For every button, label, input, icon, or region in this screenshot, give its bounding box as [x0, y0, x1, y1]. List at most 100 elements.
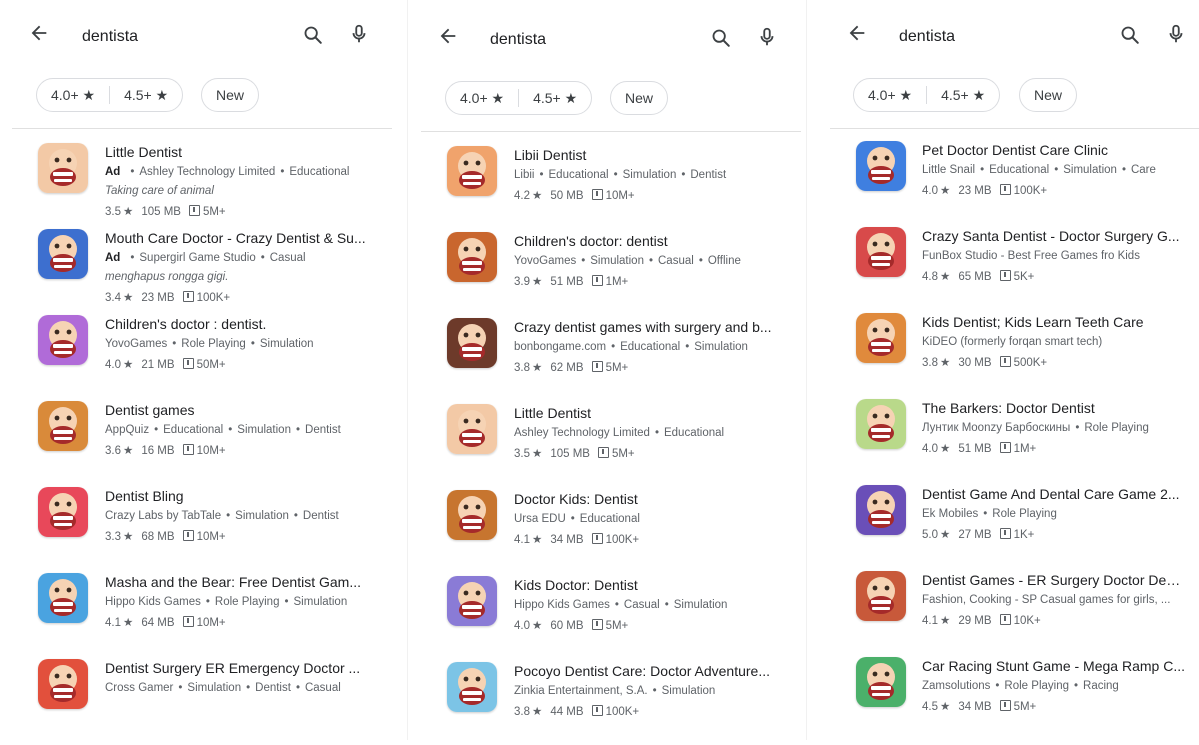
app-category: Educational [163, 424, 224, 436]
app-icon[interactable] [856, 657, 906, 707]
app-title[interactable]: Pet Doctor Dentist Care Clinic [922, 142, 1185, 158]
chip-rating-4-5[interactable]: 4.5+ ★ [927, 79, 999, 111]
search-query-text[interactable]: dentista [899, 28, 955, 46]
app-title[interactable]: Kids Dentist; Kids Learn Teeth Care [922, 314, 1185, 330]
microphone-icon[interactable] [756, 26, 778, 48]
app-downloads: 5M+ [605, 620, 629, 632]
app-title[interactable]: Crazy dentist games with surgery and b..… [514, 319, 787, 335]
chip-new[interactable]: New [201, 78, 260, 112]
app-icon[interactable] [38, 487, 88, 537]
app-size: 65 MB [958, 271, 992, 283]
app-icon[interactable] [447, 576, 497, 626]
app-title[interactable]: Dentist Bling [105, 488, 392, 504]
chip-rating-4-5[interactable]: 4.5+ ★ [519, 82, 591, 114]
app-rating: 3.5 [105, 206, 121, 218]
app-title[interactable]: Children's doctor: dentist [514, 233, 787, 249]
app-icon[interactable] [856, 571, 906, 621]
app-category: Casual [269, 252, 306, 264]
separator-dot: • [570, 513, 575, 525]
separator-dot: • [613, 169, 618, 181]
download-icon [182, 616, 194, 627]
search-query-text[interactable]: dentista [490, 31, 546, 49]
app-title[interactable]: Dentist Surgery ER Emergency Doctor ... [105, 660, 392, 676]
chip-new[interactable]: New [610, 81, 669, 115]
separator-dot: • [130, 166, 135, 178]
app-rating: 3.9 [514, 276, 530, 288]
microphone-icon[interactable] [1165, 23, 1187, 45]
app-title[interactable]: The Barkers: Doctor Dentist [922, 400, 1185, 416]
app-category: Simulation [187, 682, 242, 694]
separator-dot: • [681, 169, 686, 181]
chip-rating-4-0[interactable]: 4.0+ ★ [37, 79, 109, 111]
app-developer: Ursa EDU [514, 513, 566, 525]
app-category: Simulation [673, 599, 728, 611]
app-icon[interactable] [38, 573, 88, 623]
app-size: 51 MB [958, 443, 992, 455]
separator-dot: • [178, 682, 183, 694]
app-icon[interactable] [447, 146, 497, 196]
app-icon[interactable] [856, 313, 906, 363]
star-icon: ★ [532, 190, 543, 202]
download-icon [182, 291, 194, 302]
app-icon[interactable] [856, 399, 906, 449]
app-title[interactable]: Little Dentist [514, 405, 787, 421]
app-title[interactable]: Car Racing Stunt Game - Mega Ramp C... [922, 658, 1185, 674]
separator-dot: • [980, 164, 985, 176]
search-query-text[interactable]: dentista [82, 28, 138, 46]
app-icon[interactable] [38, 401, 88, 451]
app-developer: Zamsolutions [922, 680, 991, 692]
app-icon[interactable] [447, 662, 497, 712]
app-title[interactable]: Dentist Game And Dental Care Game 2... [922, 486, 1185, 502]
back-arrow-icon[interactable] [846, 22, 868, 44]
app-category: Casual [623, 599, 660, 611]
app-title[interactable]: Mouth Care Doctor - Crazy Dentist & Su..… [105, 230, 392, 246]
app-rating: 3.6 [105, 445, 121, 457]
app-downloads: 10M+ [196, 445, 226, 457]
app-developer-categories: YovoGames • Role Playing • Simulation [105, 338, 396, 350]
app-icon[interactable] [38, 143, 88, 193]
app-meta: 3.9 ★ 51 MB 1M+ [514, 274, 628, 288]
chip-rating-4-0[interactable]: 4.0+ ★ [446, 82, 518, 114]
back-arrow-icon[interactable] [437, 25, 459, 47]
app-title[interactable]: Little Dentist [105, 144, 392, 160]
app-icon[interactable] [38, 315, 88, 365]
chip-rating-4-0[interactable]: 4.0+ ★ [854, 79, 926, 111]
app-title[interactable]: Dentist Games - ER Surgery Doctor Den... [922, 572, 1185, 588]
app-category: Simulation [694, 341, 748, 353]
back-arrow-icon[interactable] [28, 22, 50, 44]
app-title[interactable]: Libii Dentist [514, 147, 787, 163]
separator-dot: • [1075, 422, 1080, 434]
separator-dot: • [1121, 164, 1126, 176]
download-icon [188, 205, 200, 216]
app-icon[interactable] [38, 659, 88, 709]
microphone-icon[interactable] [348, 23, 370, 45]
app-icon[interactable] [447, 232, 497, 282]
app-size: 105 MB [550, 448, 590, 460]
search-icon[interactable] [710, 27, 732, 49]
app-category: Simulation [622, 169, 677, 181]
chip-new[interactable]: New [1019, 78, 1078, 112]
app-title[interactable]: Kids Doctor: Dentist [514, 577, 787, 593]
app-title[interactable]: Doctor Kids: Dentist [514, 491, 787, 507]
app-rating: 3.4 [105, 292, 121, 304]
app-title[interactable]: Children's doctor : dentist. [105, 316, 392, 332]
search-icon[interactable] [302, 24, 324, 46]
app-icon[interactable] [38, 229, 88, 279]
app-downloads: 5M+ [611, 448, 635, 460]
app-icon[interactable] [447, 490, 497, 540]
separator-dot: • [664, 599, 669, 611]
app-meta: 3.5 ★ 105 MB 5M+ [514, 446, 635, 460]
app-icon[interactable] [447, 318, 497, 368]
app-title[interactable]: Pocoyo Dentist Care: Doctor Adventure... [514, 663, 787, 679]
app-icon[interactable] [856, 227, 906, 277]
app-title[interactable]: Masha and the Bear: Free Dentist Gam... [105, 574, 392, 590]
search-icon[interactable] [1119, 24, 1141, 46]
app-icon[interactable] [447, 404, 497, 454]
app-title[interactable]: Dentist games [105, 402, 392, 418]
star-icon: ★ [940, 615, 951, 627]
chip-rating-4-5[interactable]: 4.5+ ★ [110, 79, 182, 111]
app-title[interactable]: Crazy Santa Dentist - Doctor Surgery G..… [922, 228, 1185, 244]
app-icon[interactable] [856, 141, 906, 191]
app-meta: 3.3 ★ 68 MB 10M+ [105, 529, 226, 543]
app-icon[interactable] [856, 485, 906, 535]
